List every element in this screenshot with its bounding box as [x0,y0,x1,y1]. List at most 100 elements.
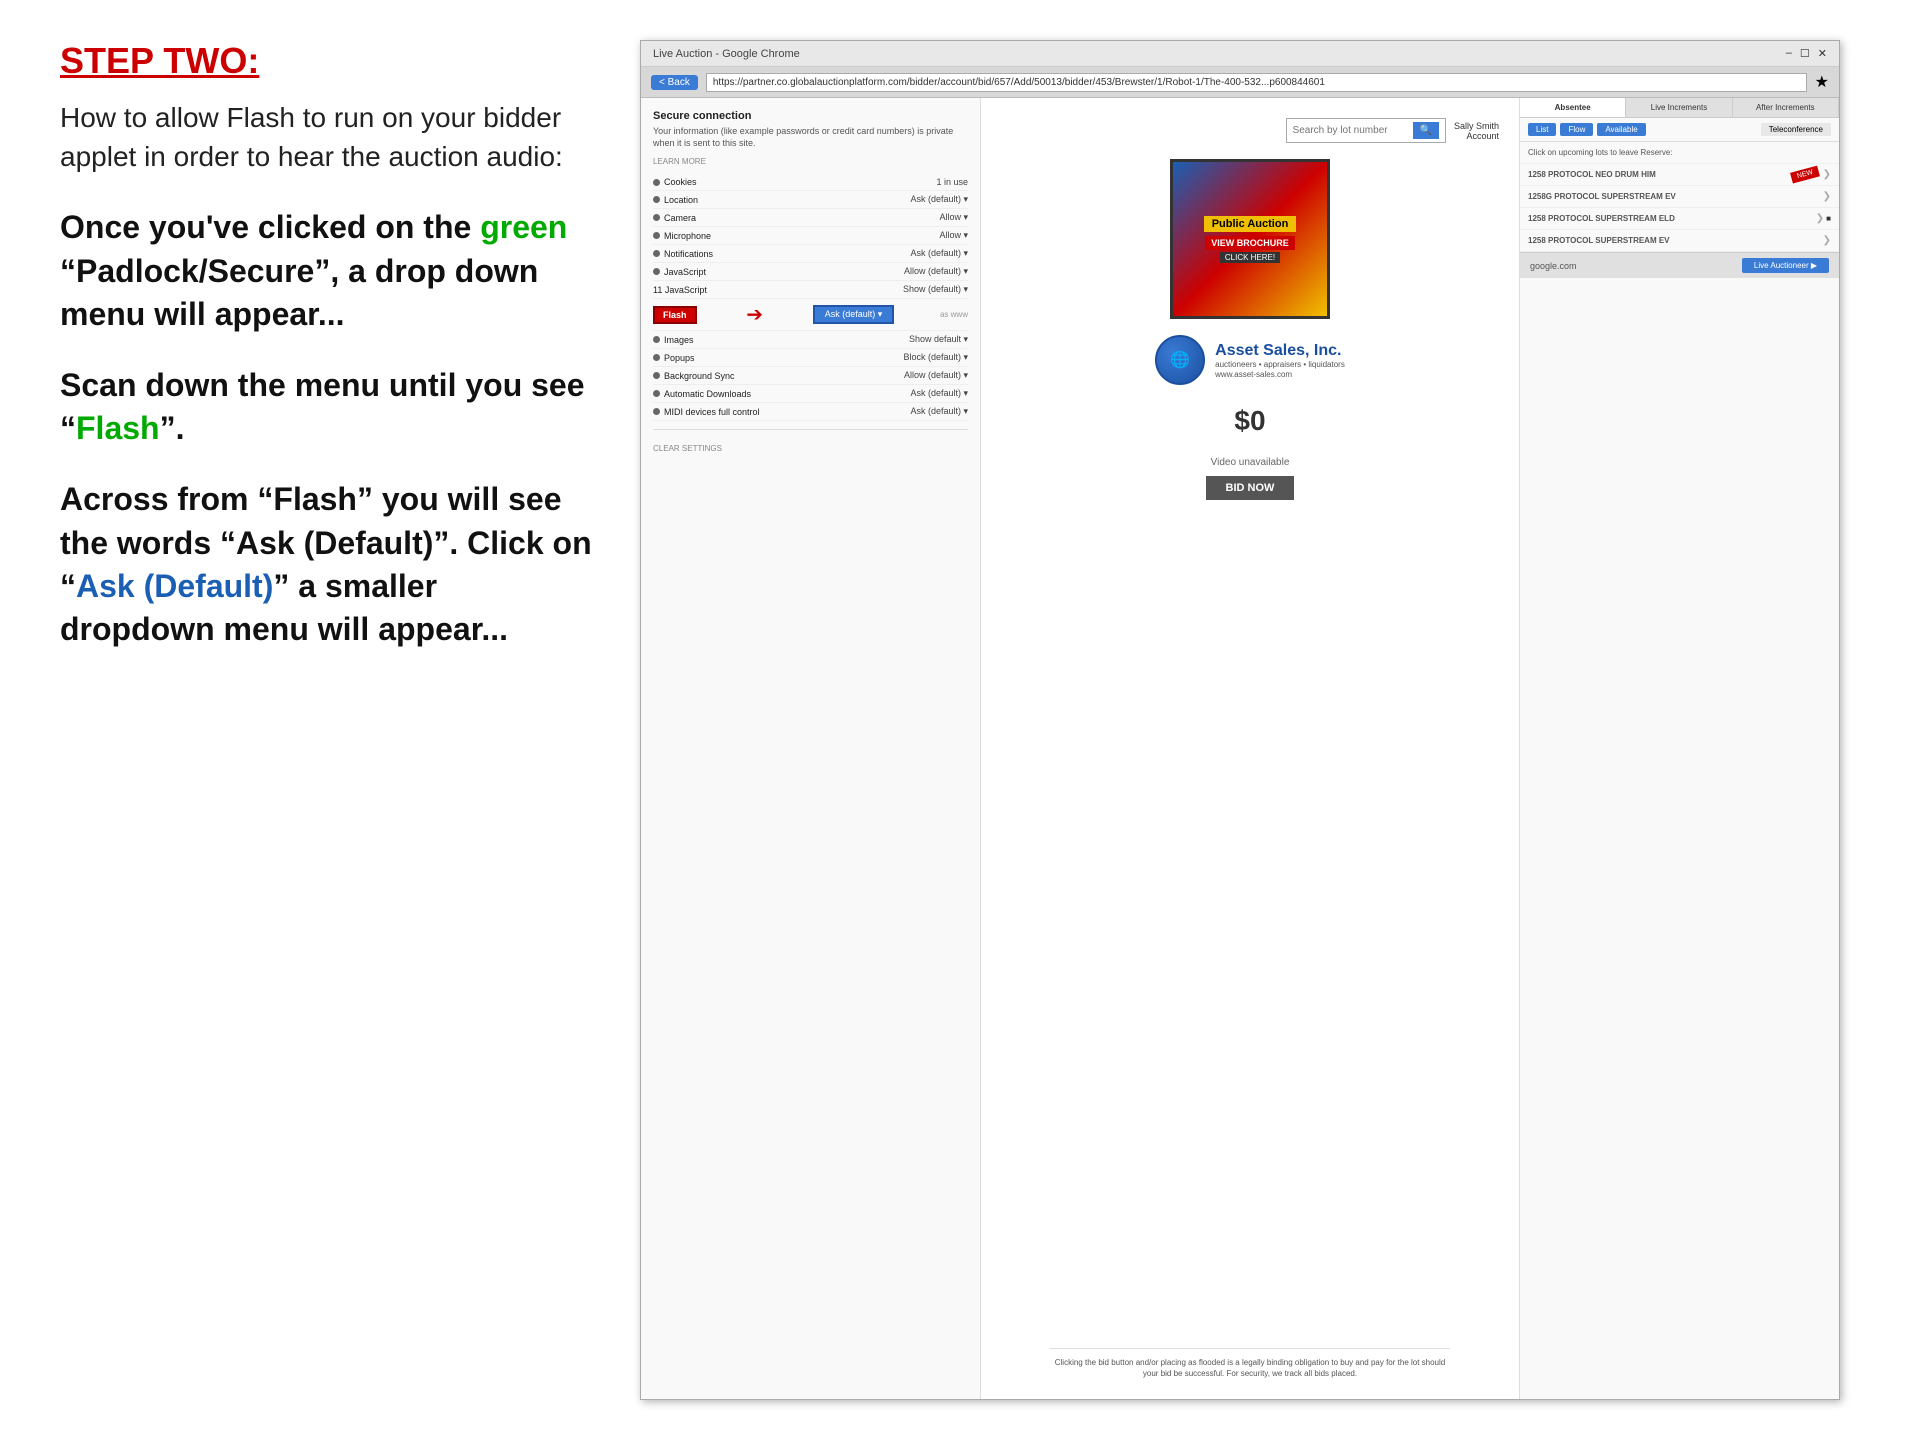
maximize-button[interactable]: ☐ [1800,47,1810,60]
instruction-2: Scan down the menu until you see “Flash”… [60,364,600,450]
secure-title: Secure connection [653,110,968,122]
left-panel: STEP TWO: How to allow Flash to run on y… [60,40,640,1400]
asset-sales-sub: auctioneers • appraisers • liquidatorsww… [1215,360,1345,379]
auction-brochure[interactable]: Public Auction VIEW BROCHURE CLICK HERE! [1170,159,1330,319]
listing-name-3: 1258 PROTOCOL SUPERSTREAM ELD [1528,214,1808,223]
instruction-3: Across from “Flash” you will see the wor… [60,478,600,651]
listings-message: Click on upcoming lots to leave Reserve: [1520,142,1839,164]
setting-javascript-11: 11 JavaScript Show (default) ▾ [653,281,968,299]
tab-live-increments[interactable]: Live Increments [1626,98,1732,117]
list-item[interactable]: 1258 PROTOCOL SUPERSTREAM EV ❯ [1520,230,1839,252]
minimize-button[interactable]: – [1786,47,1792,60]
setting-dot [653,232,660,239]
setting-images-value[interactable]: Show default ▾ [909,334,968,345]
setting-javascript-11-value[interactable]: Show (default) ▾ [903,284,968,295]
asset-sales-name: Asset Sales, Inc. auctioneers • appraise… [1215,341,1345,379]
setting-midi-label: MIDI devices full control [664,407,760,417]
setting-dot [653,354,660,361]
flash-arrow: ➔ [746,302,763,327]
tab-after-increments[interactable]: After Increments [1733,98,1839,117]
back-button[interactable]: < Back [651,75,698,90]
browser-titlebar: Live Auction - Google Chrome – ☐ ✕ [641,41,1839,67]
flash-value[interactable]: Ask (default) ▾ [813,305,895,324]
setting-popups-value[interactable]: Block (default) ▾ [903,352,968,363]
globe-icon: 🌐 [1155,335,1205,385]
setting-cookies-label: Cookies [664,177,697,187]
tab-absentee[interactable]: Absentee [1520,98,1626,117]
setting-dot [653,372,660,379]
instruction-1-green: green [480,209,567,245]
browser-urlbar: < Back https://partner.co.globalauctionp… [641,67,1839,98]
search-icon[interactable]: 🔍 [1413,122,1439,139]
setting-dot [653,390,660,397]
teleconference-btn[interactable]: Teleconference [1761,123,1831,136]
brochure-click-here[interactable]: CLICK HERE! [1220,252,1280,263]
bottom-url: google.com [1530,261,1577,271]
setting-cookies-sub: 1 in use [936,177,968,187]
listings-tabs: Absentee Live Increments After Increment… [1520,98,1839,118]
connect-button[interactable]: Live Auctioneer ▶ [1742,258,1829,273]
url-input[interactable]: https://partner.co.globalauctionplatform… [706,73,1807,92]
secure-desc: Your information (like example passwords… [653,126,968,149]
browser-bottom-bar: google.com Live Auctioneer ▶ [1520,252,1839,278]
brochure-view-btn[interactable]: VIEW BROCHURE [1205,236,1295,250]
window-controls: – ☐ ✕ [1786,47,1827,60]
bid-now-button[interactable]: BID NOW [1206,476,1295,500]
right-listings-panel: Absentee Live Increments After Increment… [1519,98,1839,1399]
setting-images-label: Images [664,335,694,345]
listing-extra-3: ■ [1826,214,1831,223]
setting-midi-value[interactable]: Ask (default) ▾ [910,406,968,417]
user-name: Sally Smith [1454,121,1499,131]
setting-javascript: JavaScript Allow (default) ▾ [653,263,968,281]
setting-downloads: Automatic Downloads Ask (default) ▾ [653,385,968,403]
setting-bgsync-label: Background Sync [664,371,735,381]
setting-notifications-value[interactable]: Ask (default) ▾ [910,248,968,259]
setting-location-value[interactable]: Ask (default) ▾ [910,194,968,205]
action-list[interactable]: List [1528,123,1556,136]
listing-arrow-2: ❯ [1823,191,1831,202]
learn-more-link[interactable]: LEARN MORE [653,157,968,166]
setting-location: Location Ask (default) ▾ [653,191,968,209]
setting-dot [653,268,660,275]
step-subtitle: How to allow Flash to run on your bidder… [60,98,600,176]
setting-bgsync-value[interactable]: Allow (default) ▾ [904,370,968,381]
listings-actions: List Flow Available Teleconference [1520,118,1839,142]
list-item[interactable]: 1258G PROTOCOL SUPERSTREAM EV ❯ [1520,186,1839,208]
setting-dot [653,336,660,343]
setting-camera: Camera Allow ▾ [653,209,968,227]
instruction-2-flash: Flash [76,410,160,446]
list-item[interactable]: 1258 PROTOCOL NEO DRUM HIM NEW ❯ [1520,164,1839,186]
setting-popups-label: Popups [664,353,695,363]
asset-sales-name-text: Asset Sales, Inc. [1215,341,1345,360]
setting-microphone-value[interactable]: Allow ▾ [939,230,968,241]
setting-microphone: Microphone Allow ▾ [653,227,968,245]
action-available[interactable]: Available [1597,123,1645,136]
instruction-1: Once you've clicked on the green “Padloc… [60,206,600,336]
bookmark-icon[interactable]: ★ [1815,72,1829,92]
setting-flash-row: Flash ➔ Ask (default) ▾ as www [653,299,968,331]
user-account[interactable]: Account [1454,131,1499,141]
listing-arrow-4: ❯ [1823,235,1831,246]
setting-dot [653,196,660,203]
browser-window: Live Auction - Google Chrome – ☐ ✕ < Bac… [640,40,1840,1400]
setting-images: Images Show default ▾ [653,331,968,349]
setting-bgsync: Background Sync Allow (default) ▾ [653,367,968,385]
setting-popups: Popups Block (default) ▾ [653,349,968,367]
instruction-3-blue: Ask (Default) [76,568,273,604]
list-item[interactable]: 1258 PROTOCOL SUPERSTREAM ELD ❯ ■ [1520,208,1839,230]
setting-camera-value[interactable]: Allow ▾ [939,212,968,223]
action-flow[interactable]: Flow [1560,123,1593,136]
search-input[interactable] [1293,125,1413,136]
setting-dot [653,250,660,257]
close-button[interactable]: ✕ [1818,47,1827,60]
instruction-1-quoted: “Padlock/Secure” [60,253,330,289]
site-settings-panel: Secure connection Your information (like… [641,98,981,1399]
listing-arrow-1: ❯ [1823,169,1831,180]
listing-badge-1: NEW [1790,166,1820,184]
clear-settings-link[interactable]: CLEAR SETTINGS [653,444,968,453]
setting-downloads-value[interactable]: Ask (default) ▾ [910,388,968,399]
instruction-2-text-2: ”. [160,410,185,446]
asset-sales-logo: 🌐 Asset Sales, Inc. auctioneers • apprai… [1155,335,1345,385]
setting-dot [653,214,660,221]
setting-javascript-value[interactable]: Allow (default) ▾ [904,266,968,277]
